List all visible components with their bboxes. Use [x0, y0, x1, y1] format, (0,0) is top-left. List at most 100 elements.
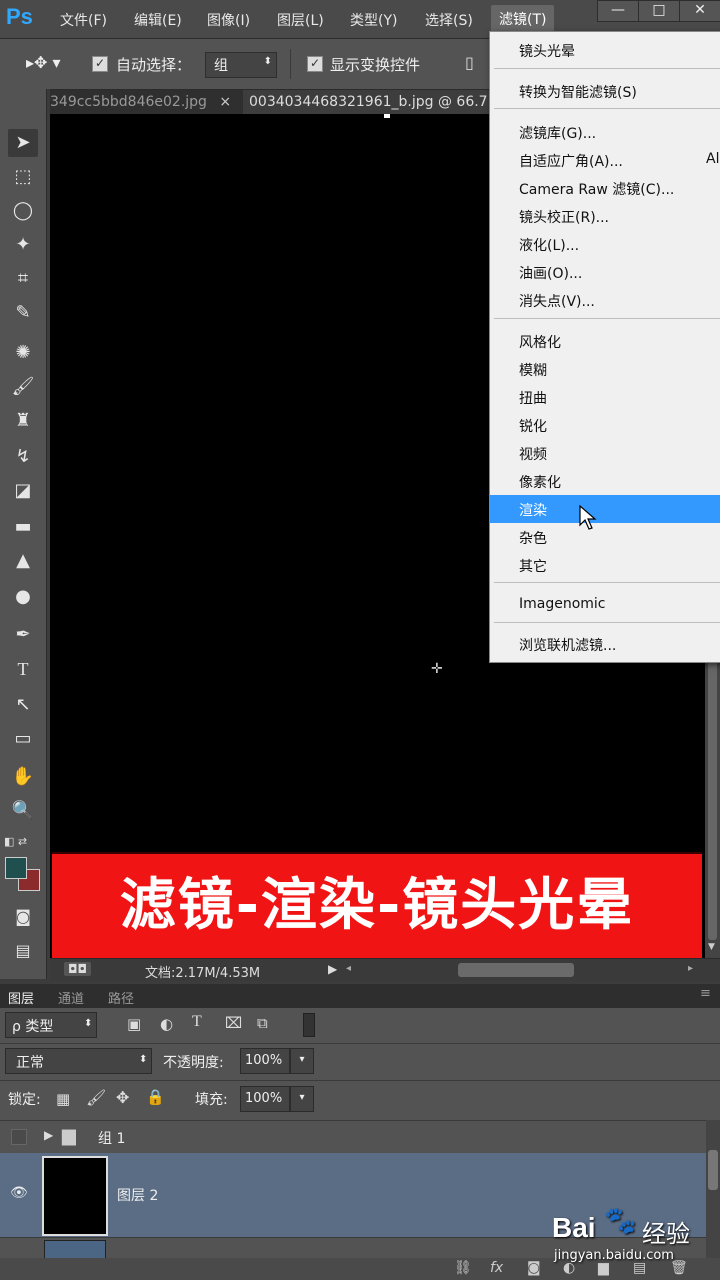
gradient-tool-icon[interactable]: ▬	[8, 513, 38, 541]
expand-arrow-icon[interactable]: ▶	[44, 1128, 53, 1142]
tab-paths[interactable]: 路径	[108, 988, 134, 1007]
zoom-tool-icon[interactable]: 🔍	[8, 797, 38, 825]
type-tool-icon[interactable]: T	[8, 655, 38, 683]
horizontal-scrollbar-thumb[interactable]	[458, 963, 574, 977]
zoom-icon[interactable]: ◘◘	[64, 962, 91, 976]
smart-object-filter-icon[interactable]: ⧉	[257, 1014, 268, 1032]
menu-item-filter-gallery[interactable]: 滤镜库(G)...	[490, 118, 720, 146]
panel-menu-icon[interactable]: ≡	[700, 986, 711, 1001]
shape-filter-icon[interactable]: ⌧	[225, 1014, 242, 1032]
type-filter-icon[interactable]: T	[192, 1013, 202, 1031]
lock-position-icon[interactable]: ✥	[116, 1088, 129, 1107]
opacity-dropdown-icon[interactable]: ▾	[290, 1048, 314, 1074]
eraser-tool-icon[interactable]: ◪	[8, 477, 38, 505]
lock-pixels-icon[interactable]: 🖌	[86, 1088, 106, 1107]
align-icon[interactable]: ▯	[465, 53, 474, 72]
close-icon[interactable]: ×	[219, 94, 231, 110]
menu-item-imagenomic[interactable]: Imagenomic	[490, 591, 720, 619]
menu-edit[interactable]: 编辑(E)	[134, 10, 182, 30]
lasso-tool-icon[interactable]: ◯	[8, 197, 38, 225]
path-select-icon[interactable]: ↖	[8, 691, 38, 719]
pen-tool-icon[interactable]: ✒	[8, 621, 38, 649]
menu-item-lens-flare[interactable]: 镜头光晕	[490, 36, 720, 64]
opacity-field[interactable]: 100%	[240, 1048, 290, 1074]
transform-handle[interactable]	[384, 114, 390, 118]
menu-file[interactable]: 文件(F)	[60, 10, 107, 30]
clone-stamp-icon[interactable]: ♜	[8, 407, 38, 435]
scroll-down-icon[interactable]: ▼	[708, 942, 715, 952]
fill-dropdown-icon[interactable]: ▾	[290, 1086, 314, 1112]
hand-tool-icon[interactable]: ✋	[8, 763, 38, 791]
lock-all-icon[interactable]: 🔒	[146, 1088, 165, 1106]
caption-text: 滤镜-渲染-镜头光晕	[119, 873, 635, 938]
scrollbar-thumb[interactable]	[708, 660, 717, 940]
menu-layer[interactable]: 图层(L)	[277, 10, 324, 30]
default-colors-icon[interactable]: ◧ ⇄	[4, 835, 27, 848]
menu-type[interactable]: 类型(Y)	[350, 10, 397, 30]
mask-icon[interactable]: ◙	[527, 1260, 541, 1276]
pixel-filter-icon[interactable]: ▣	[127, 1015, 141, 1033]
scroll-right-icon[interactable]: ▸	[688, 963, 693, 974]
blur-tool-icon[interactable]: ▲	[8, 547, 38, 575]
menu-item-sharpen[interactable]: 锐化	[490, 411, 720, 439]
tab-document-1[interactable]: 349cc5bbd846e02.jpg ×	[50, 90, 231, 114]
menu-item-oil-paint[interactable]: 油画(O)...	[490, 258, 720, 286]
blend-mode-dropdown[interactable]: 正常 ⬍	[5, 1048, 152, 1074]
history-brush-icon[interactable]: ↯	[8, 443, 38, 471]
minimize-button[interactable]: —	[597, 0, 639, 22]
healing-brush-icon[interactable]: ✺	[8, 339, 38, 367]
rectangle-tool-icon[interactable]: ▭	[8, 725, 38, 753]
menu-item-label: 自适应广角(A)...	[519, 154, 623, 170]
menu-item-other[interactable]: 其它	[490, 551, 720, 579]
close-button[interactable]: ✕	[679, 0, 720, 22]
menu-item-adaptive-wide-angle[interactable]: 自适应广角(A)... Al	[490, 146, 720, 174]
auto-select-checkbox[interactable]: ✓	[92, 56, 108, 72]
dodge-tool-icon[interactable]: ●	[8, 583, 38, 611]
tab-channels[interactable]: 通道	[58, 988, 84, 1007]
foreground-color-swatch[interactable]	[5, 857, 27, 879]
menu-item-liquify[interactable]: 液化(L)...	[490, 230, 720, 258]
crop-tool-icon[interactable]: ⌗	[8, 265, 38, 293]
menu-item-noise[interactable]: 杂色	[490, 523, 720, 551]
menu-select[interactable]: 选择(S)	[425, 10, 473, 30]
layer-row-group[interactable]: ▶ ▆ 组 1	[0, 1120, 706, 1154]
menu-item-pixelate[interactable]: 像素化	[490, 467, 720, 495]
menu-item-browse-online[interactable]: 浏览联机滤镜...	[490, 630, 720, 658]
filter-toggle[interactable]	[303, 1013, 315, 1037]
move-tool-icon[interactable]: ▸✥ ▾	[26, 53, 61, 72]
maximize-button[interactable]: □	[638, 0, 680, 22]
magic-wand-icon[interactable]: ✦	[8, 231, 38, 259]
screen-mode-icon[interactable]: ▤	[8, 937, 38, 965]
marquee-tool-icon[interactable]: ⬚	[8, 163, 38, 191]
show-transform-checkbox[interactable]: ✓	[307, 56, 323, 72]
link-icon[interactable]: ⛓	[454, 1260, 472, 1276]
status-menu-icon[interactable]: ▶	[328, 962, 337, 976]
fill-field[interactable]: 100%	[240, 1086, 290, 1112]
scroll-left-icon[interactable]: ◂	[346, 963, 351, 974]
layer-filter-dropdown[interactable]: ρ 类型 ⬍	[5, 1012, 97, 1038]
menu-item-render[interactable]: 渲染	[490, 495, 720, 530]
menu-filter[interactable]: 滤镜(T)	[491, 5, 555, 33]
menu-item-distort[interactable]: 扭曲	[490, 383, 720, 411]
menu-item-video[interactable]: 视频	[490, 439, 720, 467]
menu-item-vanishing-point[interactable]: 消失点(V)...	[490, 286, 720, 314]
visibility-toggle[interactable]	[11, 1129, 27, 1145]
move-tool-icon[interactable]: ➤	[8, 129, 38, 157]
auto-select-dropdown[interactable]: 组 ⬍	[205, 52, 277, 78]
tab-layers[interactable]: 图层	[8, 988, 34, 1007]
lock-transparent-icon[interactable]: ▦	[56, 1090, 70, 1108]
tab-document-2[interactable]: 0034034468321961_b.jpg @ 66.7	[243, 90, 491, 114]
eye-icon[interactable]: 👁	[10, 1185, 28, 1201]
menu-item-lens-correction[interactable]: 镜头校正(R)...	[490, 202, 720, 230]
scrollbar-thumb[interactable]	[708, 1150, 718, 1190]
eyedropper-icon[interactable]: ✎	[8, 299, 38, 327]
brush-tool-icon[interactable]: 🖌	[8, 373, 38, 401]
menu-item-blur[interactable]: 模糊	[490, 355, 720, 383]
menu-image[interactable]: 图像(I)	[207, 10, 250, 30]
menu-item-camera-raw[interactable]: Camera Raw 滤镜(C)...	[490, 174, 720, 202]
adjustment-filter-icon[interactable]: ◐	[160, 1015, 173, 1033]
menu-item-convert-smart[interactable]: 转换为智能滤镜(S)	[490, 77, 720, 105]
menu-item-stylize[interactable]: 风格化	[490, 327, 720, 355]
quick-mask-icon[interactable]: ◙	[8, 903, 38, 931]
fx-icon[interactable]: fx	[490, 1260, 503, 1276]
